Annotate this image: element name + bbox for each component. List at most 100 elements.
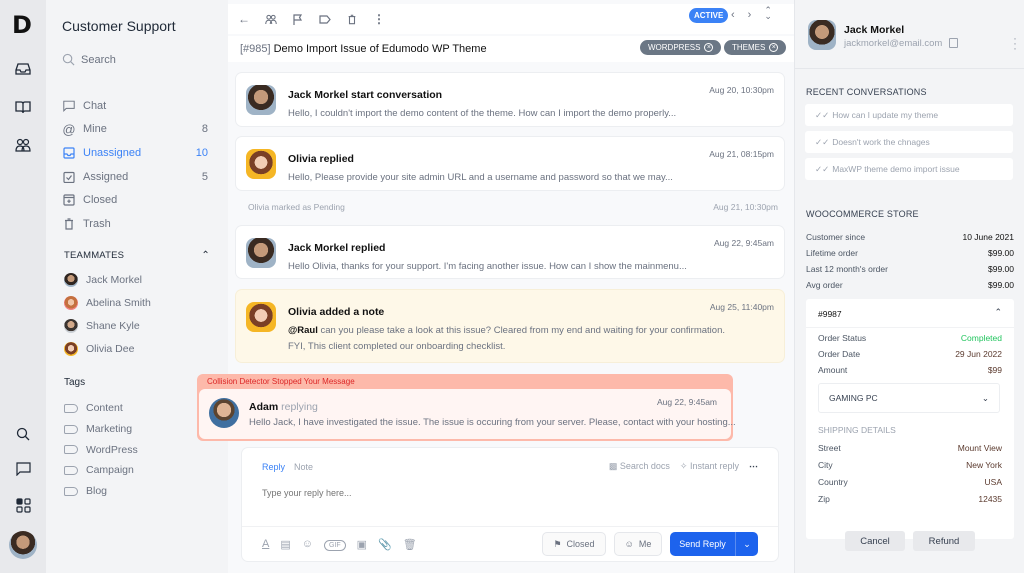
flag-icon[interactable] <box>292 13 304 25</box>
note-card[interactable]: Olivia added a note @Raul can you please… <box>236 290 784 362</box>
user-avatar[interactable] <box>9 531 37 559</box>
teammate-name: Shane Kyle <box>86 319 140 332</box>
trash-icon[interactable]: 🗑 <box>403 538 417 551</box>
tag-icon <box>64 424 78 434</box>
collision-time: Aug 22, 9:45am <box>656 397 717 407</box>
more-vertical-icon[interactable]: ⋮ <box>373 12 385 26</box>
template-icon[interactable]: ▤ <box>280 538 290 551</box>
instant-reply-button[interactable]: ✧ Instant reply <box>680 461 739 472</box>
sidebar-item-closed[interactable]: Closed <box>62 188 208 212</box>
previous-icon[interactable]: ‹ <box>731 9 735 21</box>
image-icon[interactable]: ▣ <box>357 538 367 551</box>
tag-item[interactable]: Content <box>64 398 138 419</box>
search-icon[interactable] <box>12 423 34 445</box>
avatar <box>64 318 78 333</box>
apps-icon[interactable] <box>12 494 34 516</box>
text-format-icon[interactable]: A <box>262 538 269 551</box>
emoji-icon[interactable]: ☺ <box>302 538 313 551</box>
instant-reply-label: Instant reply <box>689 461 739 471</box>
sidebar-item-mine[interactable]: @ Mine 8 <box>62 118 208 142</box>
app-logo[interactable]: D <box>12 13 34 37</box>
status-badge[interactable]: ACTIVE <box>689 8 729 23</box>
teammate-item[interactable]: Olivia Dee <box>64 337 151 360</box>
refund-button[interactable]: Refund <box>913 531 975 551</box>
tab-note[interactable]: Note <box>294 462 313 472</box>
next-icon[interactable]: › <box>748 9 752 21</box>
message-title: Olivia added a note <box>288 306 385 318</box>
tag-item[interactable]: Marketing <box>64 419 138 440</box>
product-select[interactable]: GAMING PC ⌄ <box>818 383 1000 413</box>
remove-icon[interactable]: × <box>769 43 779 52</box>
attachment-icon[interactable]: 📎 <box>378 538 392 551</box>
store-value: $99.00 <box>988 264 1014 274</box>
more-horizontal-icon[interactable]: ⋯ <box>749 461 758 472</box>
teammate-name: Jack Morkel <box>86 273 143 286</box>
avatar <box>64 272 78 287</box>
sidebar-search[interactable]: Search <box>62 53 116 66</box>
mention[interactable]: @Raul <box>288 325 318 336</box>
tag-icon[interactable] <box>319 13 331 25</box>
message-card[interactable]: Jack Morkel start conversation Hello, I … <box>236 73 784 126</box>
shipping-key: City <box>818 460 833 470</box>
sidebar-item-chat[interactable]: Chat <box>62 94 208 118</box>
collision-header: Collision Detector Stopped Your Message <box>207 377 355 386</box>
remove-icon[interactable]: × <box>704 43 714 52</box>
tab-reply[interactable]: Reply <box>262 462 285 472</box>
status-closed-button[interactable]: ⚑ Closed <box>542 532 606 556</box>
cancel-button[interactable]: Cancel <box>845 531 905 551</box>
teammate-item[interactable]: Shane Kyle <box>64 314 151 337</box>
store-row: Avg order $99.00 <box>806 280 1014 290</box>
search-docs-button[interactable]: ▩ Search docs <box>609 461 670 472</box>
avatar <box>246 238 276 268</box>
gif-icon[interactable]: GIF <box>323 540 346 551</box>
inbox-icon[interactable] <box>12 58 34 80</box>
recent-conversation[interactable]: ✓✓ MaxWP theme demo import issue <box>805 158 1013 180</box>
user-icon: ☺ <box>624 539 634 549</box>
more-vertical-icon[interactable]: · · · <box>1013 32 1017 54</box>
trash-icon[interactable] <box>346 13 358 25</box>
sidebar-item-assigned[interactable]: Assigned 5 <box>62 165 208 189</box>
message-time: Aug 25, 11:40pm <box>709 302 774 312</box>
expand-collapse-icon[interactable]: ⌃ ⌄ <box>764 6 772 21</box>
tag-chip[interactable]: THEMES × <box>724 40 787 55</box>
reply-input[interactable] <box>262 488 742 498</box>
avatar <box>209 398 239 428</box>
teammates-list: Jack Morkel Abelina Smith Shane Kyle Oli… <box>64 268 151 360</box>
message-text: Hello, I couldn't import the demo conten… <box>288 108 677 119</box>
shipping-row: Street Mount View <box>818 443 1002 453</box>
teammates-header[interactable]: TEAMMATES ⌃ <box>64 250 210 261</box>
sidebar-item-unassigned[interactable]: Unassigned 10 <box>62 141 208 165</box>
copy-icon[interactable] <box>949 38 958 48</box>
assign-users-icon[interactable] <box>265 13 277 25</box>
tag-item[interactable]: WordPress <box>64 439 138 460</box>
shipping-key: Street <box>818 443 841 453</box>
shipping-row: Zip 12435 <box>818 494 1002 504</box>
recent-conversation[interactable]: ✓✓ How can I update my theme <box>805 104 1013 126</box>
message-title: Jack Morkel replied <box>288 242 386 254</box>
chevron-up-icon[interactable]: ⌃ <box>994 307 1002 318</box>
ticket-number: [#985] <box>240 43 271 55</box>
teammate-item[interactable]: Abelina Smith <box>64 291 151 314</box>
assign-me-button[interactable]: ☺ Me <box>614 532 662 556</box>
tag-chip[interactable]: WORDPRESS × <box>640 40 722 55</box>
store-key: Customer since <box>806 232 866 242</box>
back-arrow-icon[interactable]: ← <box>238 12 250 26</box>
team-icon[interactable] <box>12 134 34 156</box>
order-key: Amount <box>818 365 848 375</box>
customer-header: Jack Morkel jackmorkel@email.com · · · <box>795 0 1024 69</box>
send-reply-button[interactable]: Send Reply ⌄ <box>670 532 758 556</box>
chevron-up-icon[interactable]: ⌃ <box>201 250 210 261</box>
sidebar-item-trash[interactable]: Trash <box>62 212 208 236</box>
chat-icon[interactable] <box>12 458 34 480</box>
message-card[interactable]: Jack Morkel replied Hello Olivia, thanks… <box>236 226 784 278</box>
tag-item[interactable]: Campaign <box>64 460 138 481</box>
reply-composer: Reply Note ▩ Search docs ✧ Instant reply… <box>242 448 778 561</box>
tag-item[interactable]: Blog <box>64 481 138 502</box>
message-card[interactable]: Olivia replied Hello, Please provide you… <box>236 137 784 190</box>
book-icon[interactable] <box>12 96 34 118</box>
teammate-item[interactable]: Jack Morkel <box>64 268 151 291</box>
recent-conversation[interactable]: ✓✓ Doesn't work the chnages <box>805 131 1013 153</box>
chevron-down-icon[interactable]: ⌄ <box>735 532 758 556</box>
sidebar-nav: Chat @ Mine 8 Unassigned 10 Assigned 5 C… <box>62 94 208 236</box>
composer-tabs: Reply Note <box>262 462 313 472</box>
